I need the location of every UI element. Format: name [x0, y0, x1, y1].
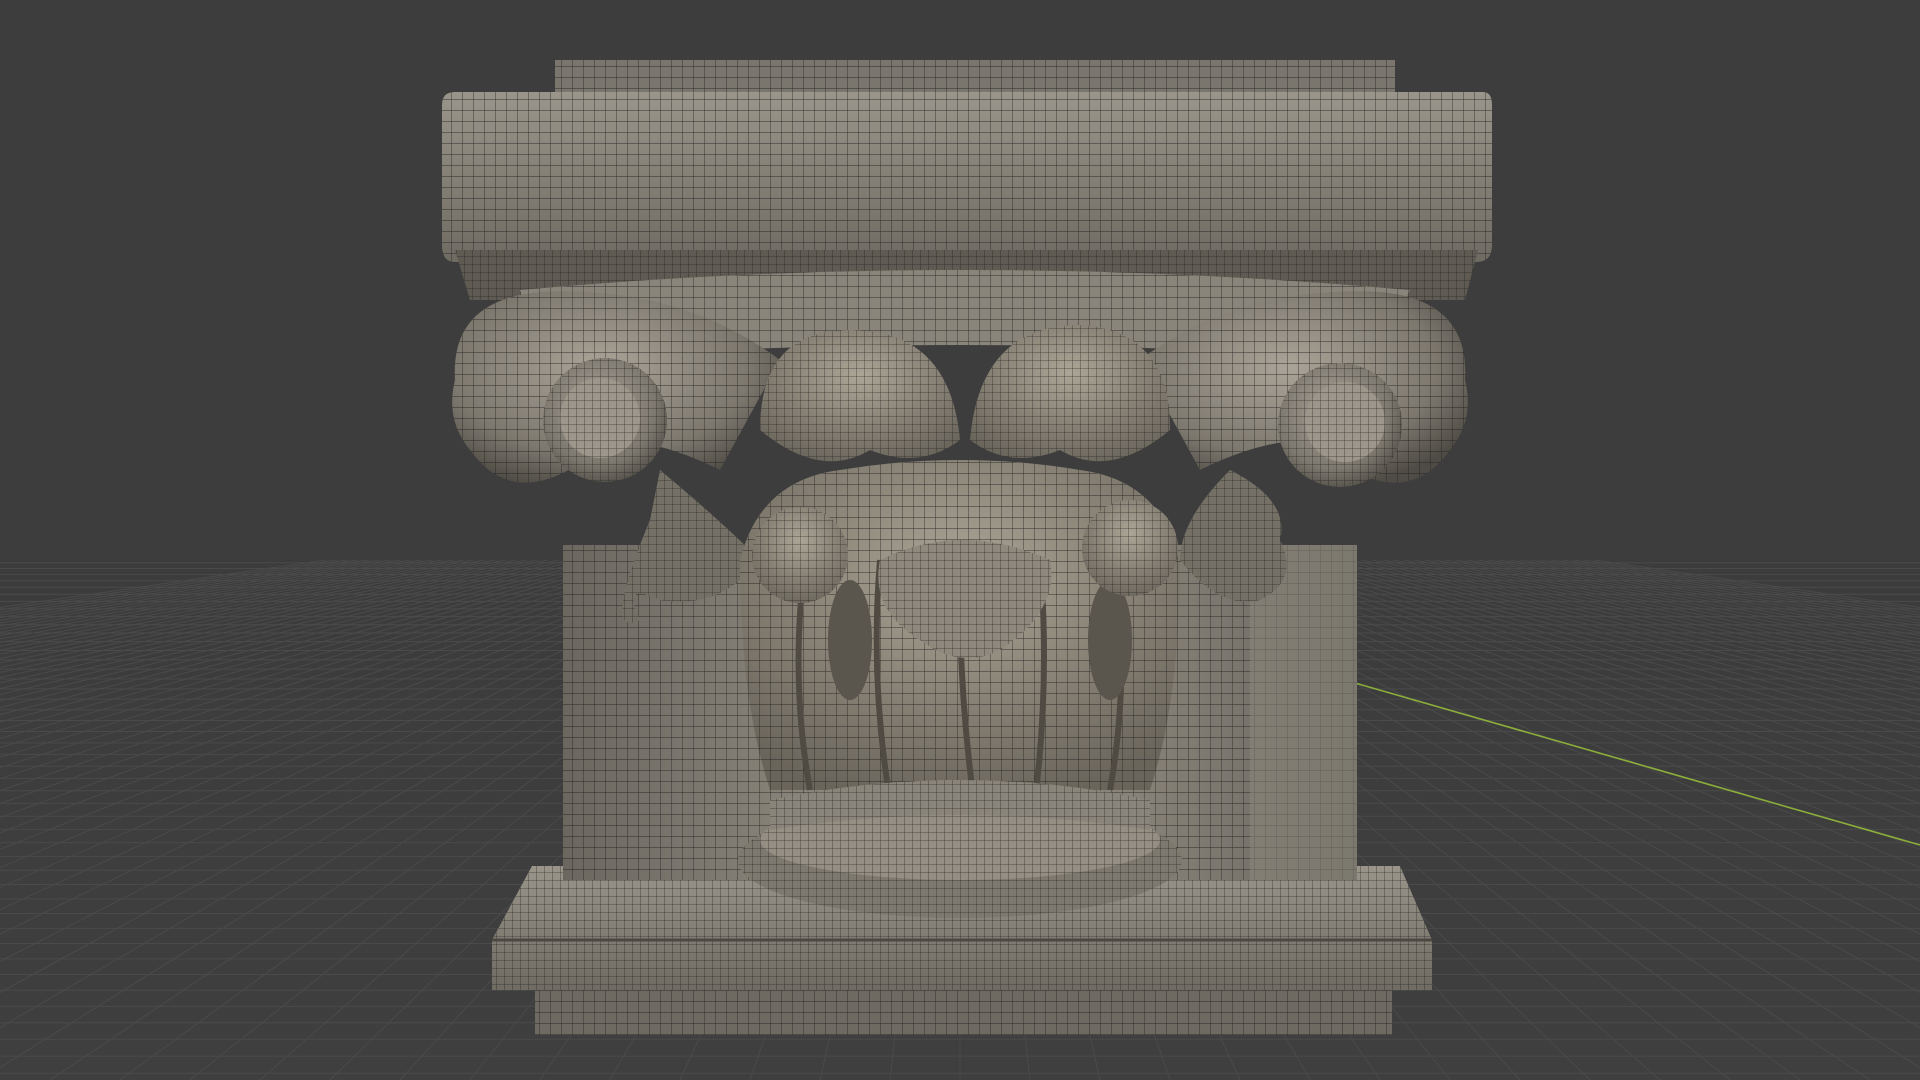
astragal-ring	[738, 780, 1182, 918]
capital-model[interactable]	[442, 60, 1492, 1035]
viewport-scene[interactable]	[0, 0, 1920, 1080]
grid-line	[0, 519, 601, 609]
grid-line	[1319, 519, 1920, 609]
3d-viewport[interactable]	[0, 0, 1920, 1080]
grid-line	[1301, 519, 1920, 616]
grid-line	[0, 519, 619, 616]
grid-line	[0, 519, 625, 619]
abacus-slab	[442, 60, 1492, 300]
